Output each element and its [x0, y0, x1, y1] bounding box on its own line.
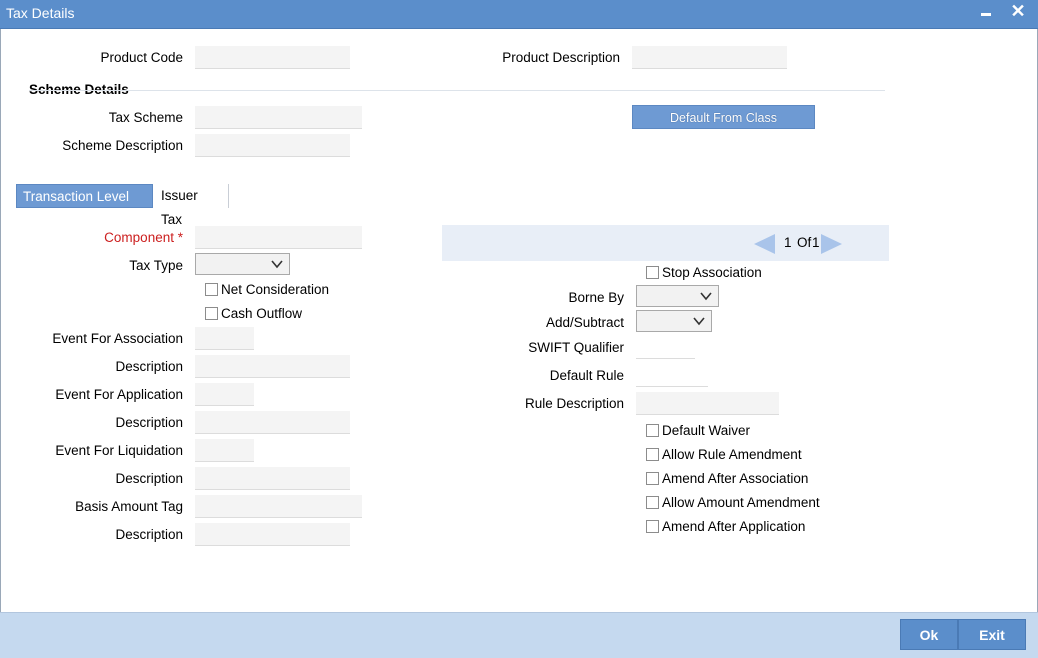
chevron-down-icon — [271, 260, 283, 269]
amend-after-application-label: Amend After Application — [662, 519, 806, 534]
allow-amount-amendment-label: Allow Amount Amendment — [662, 495, 820, 510]
application-description-field[interactable] — [195, 411, 350, 434]
borne-by-label: Borne By — [568, 290, 624, 305]
window-title: Tax Details — [6, 5, 75, 21]
tax-type-select[interactable] — [195, 253, 290, 275]
amend-after-association-label: Amend After Association — [662, 471, 809, 486]
footer-bar: Ok Exit — [0, 612, 1038, 658]
tax-scheme-label: Tax Scheme — [108, 110, 183, 125]
application-description-label: Description — [115, 415, 183, 430]
add-subtract-label: Add/Subtract — [545, 315, 624, 330]
component-label-text: Component — [104, 230, 174, 245]
amend-after-association-checkbox[interactable] — [646, 472, 659, 485]
required-mark: * — [177, 230, 183, 245]
event-for-liquidation-field[interactable] — [195, 439, 254, 462]
chevron-down-icon — [700, 292, 712, 301]
title-bar: Tax Details ✕ — [0, 0, 1038, 29]
scheme-description-label: Scheme Description — [62, 138, 183, 153]
event-for-application-label: Event For Application — [55, 387, 183, 402]
basis-amount-tag-label: Basis Amount Tag — [75, 499, 183, 514]
borne-by-select[interactable] — [636, 285, 719, 307]
amend-after-application-checkbox[interactable] — [646, 520, 659, 533]
add-subtract-select[interactable] — [636, 310, 712, 332]
arrow-right-icon[interactable] — [821, 234, 842, 254]
swift-qualifier-label: SWIFT Qualifier — [528, 340, 624, 355]
pager-of: Of — [797, 235, 812, 250]
default-waiver-checkbox[interactable] — [646, 424, 659, 437]
default-from-class-button[interactable]: Default From Class — [632, 105, 815, 129]
event-for-liquidation-label: Event For Liquidation — [55, 443, 183, 458]
product-description-field[interactable] — [632, 46, 787, 69]
chevron-down-icon — [693, 317, 705, 326]
product-description-label: Product Description — [502, 50, 620, 65]
component-field[interactable] — [195, 226, 362, 249]
net-consideration-label: Net Consideration — [221, 282, 330, 297]
arrow-left-icon[interactable] — [754, 234, 775, 254]
cash-outflow-checkbox[interactable] — [205, 307, 218, 320]
exit-button[interactable]: Exit — [958, 619, 1026, 650]
basis-description-field[interactable] — [195, 523, 350, 546]
liquidation-description-field[interactable] — [195, 467, 350, 490]
association-description-label: Description — [115, 359, 183, 374]
product-code-field[interactable] — [195, 46, 350, 69]
tax-type-label: Tax Type — [129, 258, 183, 273]
ok-button[interactable]: Ok — [900, 619, 958, 650]
cash-outflow-label: Cash Outflow — [221, 306, 303, 321]
net-consideration-checkbox[interactable] — [205, 283, 218, 296]
allow-rule-amendment-checkbox[interactable] — [646, 448, 659, 461]
allow-rule-amendment-label: Allow Rule Amendment — [662, 447, 802, 462]
default-rule-label: Default Rule — [549, 368, 624, 383]
tab-issuer-tax[interactable]: Issuer Tax — [155, 184, 229, 227]
tab-transaction-level-tax[interactable]: Transaction Level Tax — [16, 184, 153, 228]
record-pager: 1 Of 1 — [442, 225, 889, 261]
close-icon[interactable]: ✕ — [1006, 0, 1030, 28]
stop-association-label: Stop Association — [662, 265, 762, 280]
minimize-icon[interactable] — [974, 0, 998, 28]
scheme-description-field[interactable] — [195, 134, 350, 157]
rule-description-field[interactable] — [636, 392, 779, 415]
event-for-association-field[interactable] — [195, 327, 254, 350]
allow-amount-amendment-checkbox[interactable] — [646, 496, 659, 509]
basis-description-label: Description — [115, 527, 183, 542]
pager-current: 1 — [784, 235, 792, 250]
liquidation-description-label: Description — [115, 471, 183, 486]
rule-description-label: Rule Description — [524, 396, 624, 411]
stop-association-checkbox[interactable] — [646, 266, 659, 279]
section-divider — [29, 90, 885, 91]
tax-scheme-field[interactable] — [195, 106, 362, 129]
association-description-field[interactable] — [195, 355, 350, 378]
pager-total: 1 — [812, 235, 820, 250]
product-code-label: Product Code — [100, 50, 183, 65]
component-label: Component * — [60, 230, 183, 245]
default-waiver-label: Default Waiver — [662, 423, 751, 438]
event-for-application-field[interactable] — [195, 383, 254, 406]
swift-qualifier-field[interactable] — [636, 336, 695, 359]
default-rule-field[interactable] — [636, 364, 708, 387]
event-for-association-label: Event For Association — [52, 331, 183, 346]
basis-amount-tag-field[interactable] — [195, 495, 362, 518]
